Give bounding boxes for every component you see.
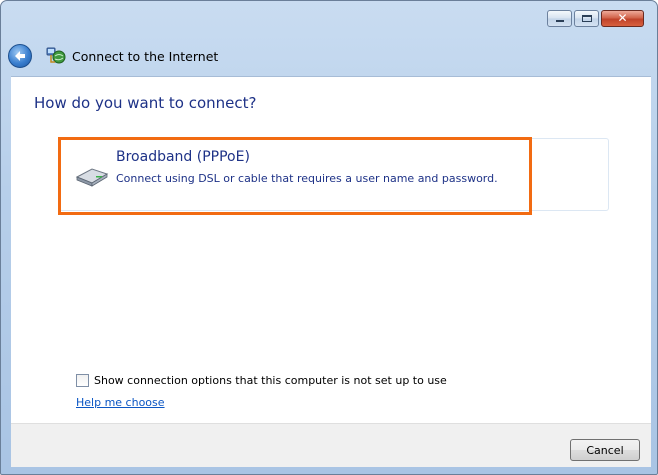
close-button[interactable]: ✕ xyxy=(601,10,644,27)
content-panel: How do you want to connect? Broadband (P… xyxy=(11,76,651,424)
network-globe-icon xyxy=(46,47,66,64)
window-title: Connect to the Internet xyxy=(72,48,219,64)
title-bar: ✕ xyxy=(1,1,657,35)
maximize-icon xyxy=(582,15,592,22)
cancel-button[interactable]: Cancel xyxy=(570,439,640,461)
dialog-window: ✕ Connect to the Internet How do you wan… xyxy=(0,0,658,475)
navigation-bar: Connect to the Internet xyxy=(8,42,218,70)
back-button[interactable] xyxy=(8,44,32,68)
minimize-icon xyxy=(556,20,564,22)
option-description: Connect using DSL or cable that requires… xyxy=(116,172,498,185)
show-options-checkbox[interactable] xyxy=(76,374,89,387)
footer-bar: Cancel xyxy=(11,423,651,467)
window-controls: ✕ xyxy=(547,10,644,27)
help-me-choose-link[interactable]: Help me choose xyxy=(76,396,165,409)
maximize-button[interactable] xyxy=(574,10,599,27)
back-arrow-icon xyxy=(15,51,25,61)
instruction-heading: How do you want to connect? xyxy=(34,94,257,112)
broadband-modem-icon xyxy=(75,168,109,187)
show-options-row: Show connection options that this comput… xyxy=(76,374,447,387)
minimize-button[interactable] xyxy=(547,10,572,27)
close-icon: ✕ xyxy=(617,11,628,25)
show-options-label[interactable]: Show connection options that this comput… xyxy=(94,374,447,387)
option-title: Broadband (PPPoE) xyxy=(116,149,250,165)
